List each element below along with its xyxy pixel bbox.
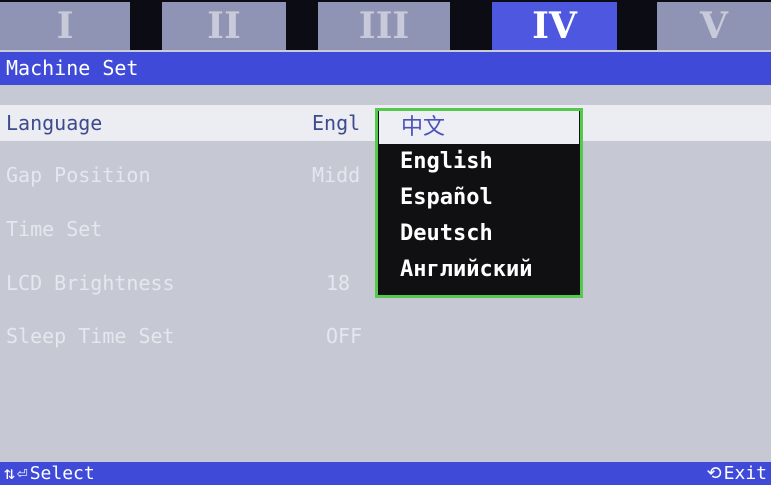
exit-label: Exit — [723, 463, 767, 484]
language-dropdown[interactable]: 中文 English Español Deutsch Английский — [375, 108, 583, 298]
setting-label: Language — [6, 111, 103, 135]
language-option-russian[interactable]: Английский — [378, 252, 580, 288]
setting-value: OFF — [326, 324, 363, 348]
setting-value: Engl — [312, 111, 361, 135]
language-option-spanish[interactable]: Español — [378, 180, 580, 216]
setting-label: Gap Position — [6, 163, 151, 187]
page-title: Machine Set — [0, 52, 771, 85]
setting-value: 18 — [326, 271, 351, 295]
enter-icon: ⏎ — [16, 463, 28, 484]
setting-sleep-time[interactable]: Sleep Time Set OFF — [0, 318, 771, 354]
select-label: Select — [29, 463, 95, 484]
setting-value: Midd — [312, 163, 361, 187]
setting-label: Time Set — [6, 217, 103, 241]
status-bar: ⇅ ⏎ Select ⟲ Exit — [0, 462, 771, 485]
tab-2[interactable]: II — [162, 2, 286, 50]
tab-1[interactable]: I — [0, 2, 130, 50]
tab-4[interactable]: IV — [492, 2, 617, 50]
tab-bar: I II III IV V — [0, 0, 771, 50]
setting-label: Sleep Time Set — [6, 324, 175, 348]
language-option-german[interactable]: Deutsch — [378, 216, 580, 252]
language-option-chinese[interactable]: 中文 — [379, 111, 579, 144]
exit-hint: ⟲ Exit — [707, 462, 767, 485]
language-option-english[interactable]: English — [378, 144, 580, 180]
rotate-icon: ⟲ — [706, 463, 722, 484]
select-hint: ⇅ ⏎ Select — [4, 462, 95, 485]
tab-5[interactable]: V — [657, 2, 771, 50]
setting-label: LCD Brightness — [6, 271, 175, 295]
up-down-arrows-icon: ⇅ — [4, 463, 15, 484]
tab-3[interactable]: III — [318, 2, 450, 50]
